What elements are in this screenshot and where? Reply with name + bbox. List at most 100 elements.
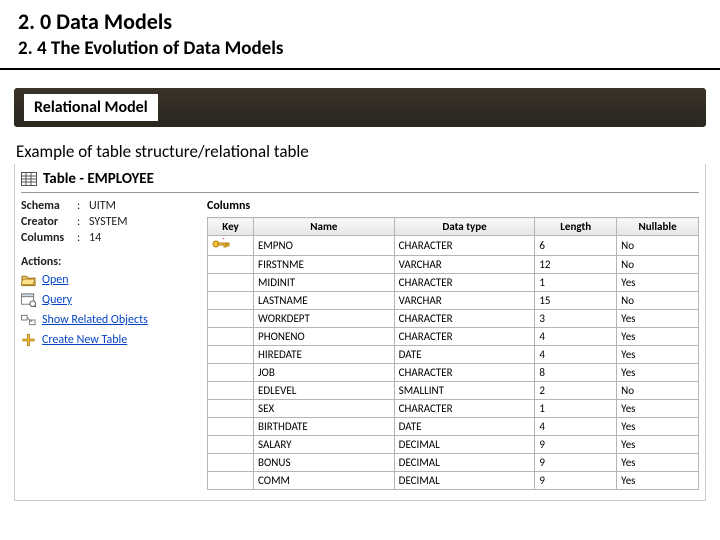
table-row[interactable]: SALARYDECIMAL9Yes xyxy=(208,436,699,454)
cell-datatype: CHARACTER xyxy=(394,364,535,382)
table-row[interactable]: EDLEVELSMALLINT2No xyxy=(208,382,699,400)
cell-length: 1 xyxy=(535,400,617,418)
heading-1: 2. 0 Data Models xyxy=(18,8,702,35)
cell-name: EMPNO xyxy=(254,236,395,256)
cell-datatype: DECIMAL xyxy=(394,472,535,490)
cell-datatype: DATE xyxy=(394,418,535,436)
table-icon xyxy=(21,172,37,186)
meta-row-creator: Creator : SYSTEM xyxy=(21,215,197,229)
table-row[interactable]: COMMDECIMAL9Yes xyxy=(208,472,699,490)
table-row[interactable]: BONUSDECIMAL9Yes xyxy=(208,454,699,472)
slide: 2. 0 Data Models 2. 4 The Evolution of D… xyxy=(0,0,720,540)
action-link[interactable]: Show Related Objects xyxy=(42,313,148,327)
columns-table: Key Name Data type Length Nullable * EMPN… xyxy=(207,217,699,490)
meta-colon: : xyxy=(77,215,89,229)
cell-nullable: Yes xyxy=(617,346,699,364)
table-row[interactable]: WORKDEPTCHARACTER3Yes xyxy=(208,310,699,328)
cell-datatype: CHARACTER xyxy=(394,274,535,292)
cell-length: 6 xyxy=(535,236,617,256)
table-row[interactable]: JOBCHARACTER8Yes xyxy=(208,364,699,382)
section-title: Relational Model xyxy=(24,94,158,121)
cell-key xyxy=(208,310,254,328)
svg-text:*: * xyxy=(222,238,225,244)
columns-heading: Columns xyxy=(207,199,699,213)
related-objects-icon xyxy=(21,313,36,327)
action-open[interactable]: Open xyxy=(21,273,197,287)
cell-key xyxy=(208,292,254,310)
cell-length: 9 xyxy=(535,472,617,490)
meta-label: Columns xyxy=(21,231,77,245)
cell-name: SEX xyxy=(254,400,395,418)
cell-nullable: Yes xyxy=(617,436,699,454)
table-title-prefix: Table - xyxy=(43,170,87,188)
meta-row-columns: Columns : 14 xyxy=(21,231,197,245)
meta-label: Creator xyxy=(21,215,77,229)
action-link[interactable]: Create New Table xyxy=(42,333,127,347)
col-header-datatype: Data type xyxy=(394,218,535,236)
cell-name: MIDINIT xyxy=(254,274,395,292)
table-row[interactable]: SEXCHARACTER1Yes xyxy=(208,400,699,418)
action-create[interactable]: Create New Table xyxy=(21,333,197,347)
meta-value: 14 xyxy=(89,231,101,245)
section-banner: Relational Model xyxy=(14,88,706,127)
cell-nullable: Yes xyxy=(617,418,699,436)
cell-nullable: Yes xyxy=(617,400,699,418)
action-link[interactable]: Open xyxy=(42,273,69,287)
cell-nullable: Yes xyxy=(617,454,699,472)
cell-key xyxy=(208,472,254,490)
cell-nullable: No xyxy=(617,382,699,400)
cell-name: HIREDATE xyxy=(254,346,395,364)
cell-name: LASTNAME xyxy=(254,292,395,310)
slide-body: Relational Model Example of table struct… xyxy=(0,70,720,501)
cell-key xyxy=(208,400,254,418)
open-folder-icon xyxy=(21,273,36,287)
meta-value: SYSTEM xyxy=(89,215,128,229)
col-header-nullable: Nullable xyxy=(617,218,699,236)
meta-colon: : xyxy=(77,231,89,245)
db-panel: Table - EMPLOYEE Schema : UITM Creator :… xyxy=(14,164,706,501)
actions-heading: Actions: xyxy=(21,255,197,269)
cell-length: 8 xyxy=(535,364,617,382)
cell-nullable: No xyxy=(617,256,699,274)
meta-colon: : xyxy=(77,199,89,213)
action-query[interactable]: Query xyxy=(21,293,197,307)
columns-panel: Columns Key Name Data type Length Nullab… xyxy=(207,199,699,490)
cell-nullable: Yes xyxy=(617,274,699,292)
cell-nullable: No xyxy=(617,236,699,256)
cell-length: 3 xyxy=(535,310,617,328)
table-row[interactable]: BIRTHDATEDATE4Yes xyxy=(208,418,699,436)
col-header-key: Key xyxy=(208,218,254,236)
table-row[interactable]: MIDINITCHARACTER1Yes xyxy=(208,274,699,292)
table-row[interactable]: FIRSTNMEVARCHAR12No xyxy=(208,256,699,274)
table-row[interactable]: HIREDATEDATE4Yes xyxy=(208,346,699,364)
table-row[interactable]: LASTNAMEVARCHAR15No xyxy=(208,292,699,310)
cell-datatype: CHARACTER xyxy=(394,328,535,346)
cell-length: 15 xyxy=(535,292,617,310)
table-row[interactable]: *EMPNOCHARACTER6No xyxy=(208,236,699,256)
plus-icon xyxy=(21,333,36,347)
cell-key xyxy=(208,256,254,274)
cell-name: SALARY xyxy=(254,436,395,454)
cell-name: BIRTHDATE xyxy=(254,418,395,436)
cell-key xyxy=(208,436,254,454)
cell-nullable: Yes xyxy=(617,310,699,328)
cell-key xyxy=(208,274,254,292)
cell-datatype: VARCHAR xyxy=(394,292,535,310)
cell-length: 2 xyxy=(535,382,617,400)
cell-name: COMM xyxy=(254,472,395,490)
cell-key xyxy=(208,382,254,400)
col-header-name: Name xyxy=(254,218,395,236)
col-header-length: Length xyxy=(535,218,617,236)
primary-key-icon: * xyxy=(212,238,230,250)
cell-key xyxy=(208,418,254,436)
action-related[interactable]: Show Related Objects xyxy=(21,313,197,327)
cell-name: JOB xyxy=(254,364,395,382)
cell-datatype: SMALLINT xyxy=(394,382,535,400)
meta-row-schema: Schema : UITM xyxy=(21,199,197,213)
action-link[interactable]: Query xyxy=(42,293,72,307)
slide-header: 2. 0 Data Models 2. 4 The Evolution of D… xyxy=(0,0,720,64)
table-row[interactable]: PHONENOCHARACTER4Yes xyxy=(208,328,699,346)
columns-table-head: Key Name Data type Length Nullable xyxy=(208,218,699,236)
cell-name: WORKDEPT xyxy=(254,310,395,328)
table-header-row: Key Name Data type Length Nullable xyxy=(208,218,699,236)
